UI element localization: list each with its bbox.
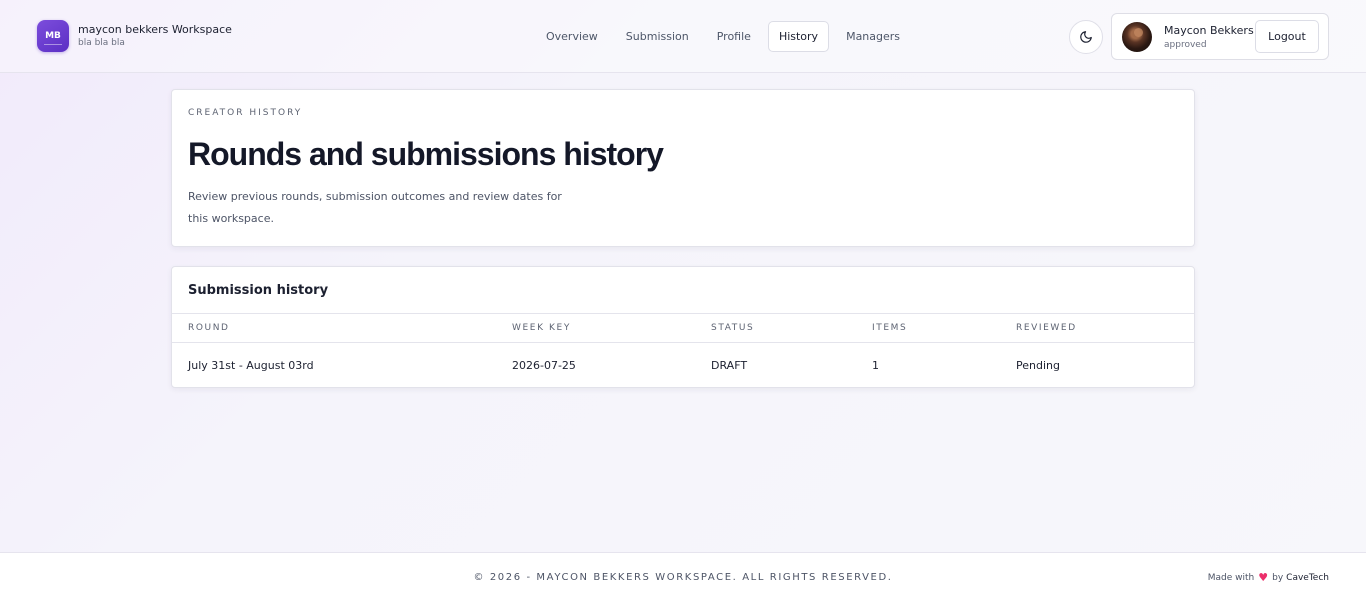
moon-icon [1080,31,1092,43]
cell-week-key: 2026-07-25 [512,359,576,372]
column-round: ROUND [188,323,230,333]
cell-status: DRAFT [711,359,748,372]
column-week-key: WEEK KEY [512,323,571,333]
column-reviewed: REVIEWED [1016,323,1077,333]
brand-title: maycon bekkers Workspace [78,23,232,36]
heart-icon: ♥ [1258,571,1269,584]
cell-items: 1 [872,359,879,372]
column-status: STATUS [711,323,755,333]
avatar[interactable] [1122,22,1152,52]
by-label: by [1272,572,1284,583]
brand-logo: MB [37,20,69,52]
user-status: approved [1164,40,1207,50]
company-link[interactable]: CaveTech [1286,573,1329,583]
nav-submission[interactable]: Submission [615,21,700,52]
table-row[interactable]: July 31st - August 03rd 2026-07-25 DRAFT… [172,344,1194,388]
brand-subtitle: bla bla bla [78,38,125,48]
brand[interactable]: MB maycon bekkers Workspace bla bla bla [37,20,232,52]
user-panel: Maycon Bekkers approved Logout [1111,13,1329,60]
eyebrow: CREATOR HISTORY [188,108,303,118]
made-with-label: Made with [1207,572,1255,583]
column-items: ITEMS [872,323,908,333]
table-header: ROUND WEEK KEY STATUS ITEMS REVIEWED [172,313,1194,343]
nav-managers[interactable]: Managers [835,21,911,52]
hero-card: CREATOR HISTORY Rounds and submissions h… [171,89,1195,247]
cell-round: July 31st - August 03rd [188,359,314,372]
section-title: Submission history [188,283,329,298]
page-description: Review previous rounds, submission outco… [188,190,562,225]
made-with: Made with ♥ by CaveTech [1208,571,1329,584]
main-nav: Overview Submission Profile History Mana… [535,21,917,52]
logout-button[interactable]: Logout [1255,20,1319,53]
copyright: © 2026 - MAYCON BEKKERS WORKSPACE. ALL R… [473,572,893,583]
nav-profile[interactable]: Profile [706,21,762,52]
brand-text: maycon bekkers Workspace bla bla bla [78,22,232,50]
footer: © 2026 - MAYCON BEKKERS WORKSPACE. ALL R… [0,552,1366,599]
cell-reviewed: Pending [1016,359,1060,372]
theme-toggle-button[interactable] [1069,20,1103,54]
submission-history-card: Submission history ROUND WEEK KEY STATUS… [171,266,1195,388]
nav-overview[interactable]: Overview [535,21,609,52]
page-title: Rounds and submissions history [188,136,664,172]
user-name: Maycon Bekkers [1164,24,1254,37]
top-header: MB maycon bekkers Workspace bla bla bla … [0,0,1366,73]
nav-history[interactable]: History [767,21,830,52]
